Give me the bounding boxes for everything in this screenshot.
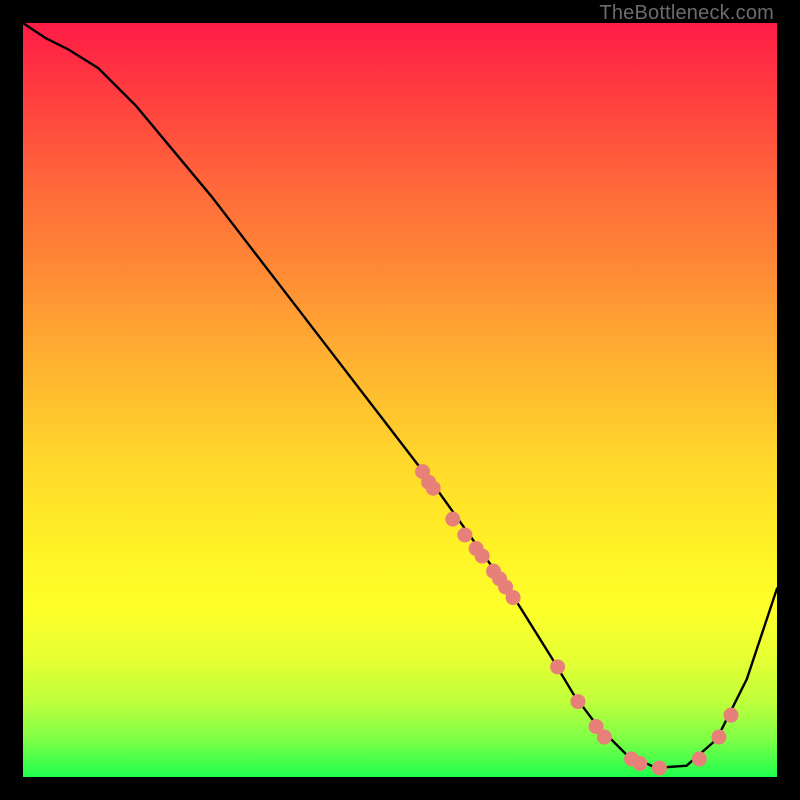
marker-dot: [652, 760, 667, 775]
marker-dot: [632, 756, 647, 771]
chart-svg: [23, 23, 777, 777]
chart-plot-area: [23, 23, 777, 777]
marker-dot: [692, 751, 707, 766]
marker-dot: [506, 590, 521, 605]
marker-dot: [426, 481, 441, 496]
bottleneck-curve: [23, 23, 777, 768]
attribution-text: TheBottleneck.com: [599, 2, 774, 25]
marker-dot: [475, 549, 490, 564]
marker-dot: [445, 512, 460, 527]
marker-group: [415, 464, 738, 775]
marker-dot: [724, 708, 739, 723]
marker-dot: [597, 730, 612, 745]
marker-dot: [711, 730, 726, 745]
marker-dot: [550, 659, 565, 674]
marker-dot: [457, 527, 472, 542]
marker-dot: [570, 694, 585, 709]
